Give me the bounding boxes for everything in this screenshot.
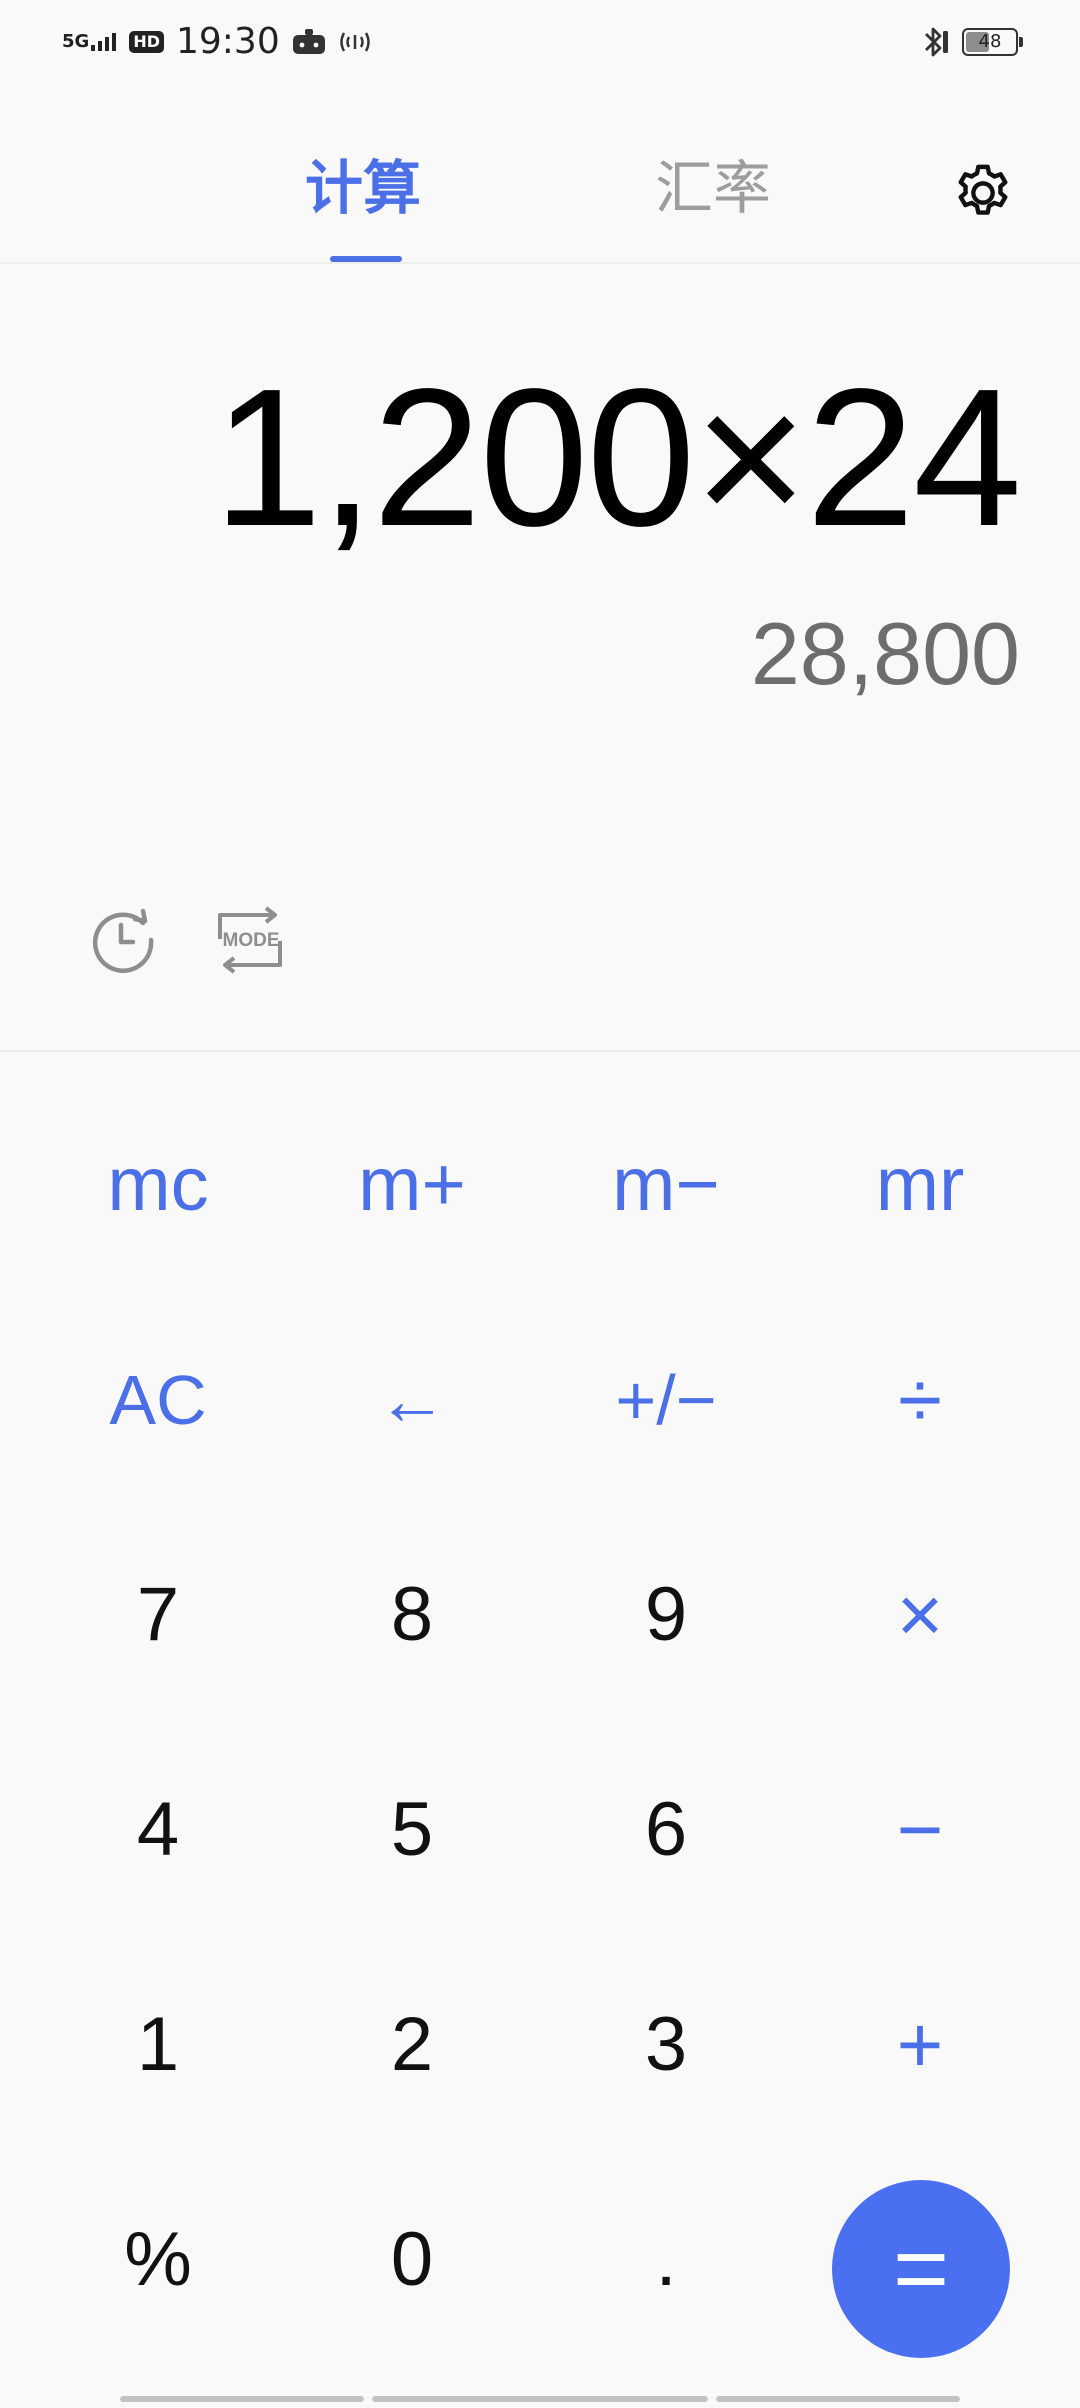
network-signal-icon: 5G — [62, 33, 117, 51]
key-m-plus[interactable]: m+ — [292, 1100, 532, 1270]
key-equals[interactable]: = — [832, 2180, 1010, 2358]
battery-cap — [1019, 37, 1023, 47]
network-type-label: 5G — [62, 31, 90, 52]
mode-switch-icon: MODE — [218, 906, 282, 974]
key-3[interactable]: 3 — [546, 1960, 786, 2130]
key-multiply[interactable]: × — [800, 1530, 1040, 1700]
key-4[interactable]: 4 — [38, 1745, 278, 1915]
key-9[interactable]: 9 — [546, 1530, 786, 1700]
key-1[interactable]: 1 — [38, 1960, 278, 2130]
key-decimal[interactable]: . — [546, 2175, 786, 2345]
key-8[interactable]: 8 — [292, 1530, 532, 1700]
expression-display: 1,200×24 — [213, 348, 1022, 567]
result-display: 28,800 — [750, 604, 1020, 703]
game-controller-icon — [292, 29, 325, 54]
calculator-screen: 5G HD 19:30 48 计算 汇率 1,200×24 28,800 MOD… — [0, 0, 1080, 2408]
status-bar-left: 5G HD 19:30 — [62, 20, 372, 64]
gesture-bar-center — [372, 2396, 708, 2402]
bluetooth-icon — [925, 27, 948, 57]
key-mr[interactable]: mr — [800, 1100, 1040, 1270]
key-2[interactable]: 2 — [292, 1960, 532, 2130]
key-7[interactable]: 7 — [38, 1530, 278, 1700]
key-mc[interactable]: mc — [38, 1100, 278, 1270]
history-clock-icon — [92, 908, 154, 973]
status-bar-right: 48 — [920, 22, 1023, 62]
status-bar: 5G HD 19:30 48 — [0, 0, 1080, 84]
keypad: mc m+ m− mr AC ← +/− ÷ 7 8 9 × 4 5 6 − 1… — [0, 1100, 1080, 2340]
key-6[interactable]: 6 — [546, 1745, 786, 1915]
mode-icon-text: MODE — [223, 930, 280, 951]
settings-button[interactable] — [950, 160, 1016, 226]
key-percent[interactable]: % — [38, 2175, 278, 2345]
gesture-bar-right — [716, 2396, 960, 2402]
keypad-divider — [0, 1050, 1080, 1052]
history-button[interactable] — [88, 905, 158, 975]
tab-exchange-rate[interactable]: 汇率 — [655, 154, 771, 224]
battery-icon: 48 — [962, 28, 1023, 56]
mode-button[interactable]: MODE — [212, 905, 288, 975]
gesture-bar-left — [120, 2396, 364, 2402]
key-m-minus[interactable]: m− — [546, 1100, 786, 1270]
signal-bars-icon — [91, 33, 117, 51]
key-0[interactable]: 0 — [292, 2175, 532, 2345]
status-time: 19:30 — [175, 21, 280, 62]
gear-icon — [958, 164, 1008, 215]
key-subtract[interactable]: − — [800, 1745, 1040, 1915]
key-5[interactable]: 5 — [292, 1745, 532, 1915]
battery-level-text: 48 — [978, 31, 1002, 52]
key-toggle-sign[interactable]: +/− — [546, 1315, 786, 1485]
key-all-clear[interactable]: AC — [38, 1315, 278, 1485]
tab-calculator[interactable]: 计算 — [305, 154, 421, 224]
key-divide[interactable]: ÷ — [800, 1315, 1040, 1485]
hd-badge: HD — [129, 31, 164, 53]
tab-bar: 计算 汇率 — [0, 140, 1080, 264]
tab-divider — [0, 262, 1080, 264]
key-backspace[interactable]: ← — [292, 1315, 532, 1485]
key-add[interactable]: + — [800, 1960, 1040, 2130]
hotspot-icon — [339, 32, 370, 52]
